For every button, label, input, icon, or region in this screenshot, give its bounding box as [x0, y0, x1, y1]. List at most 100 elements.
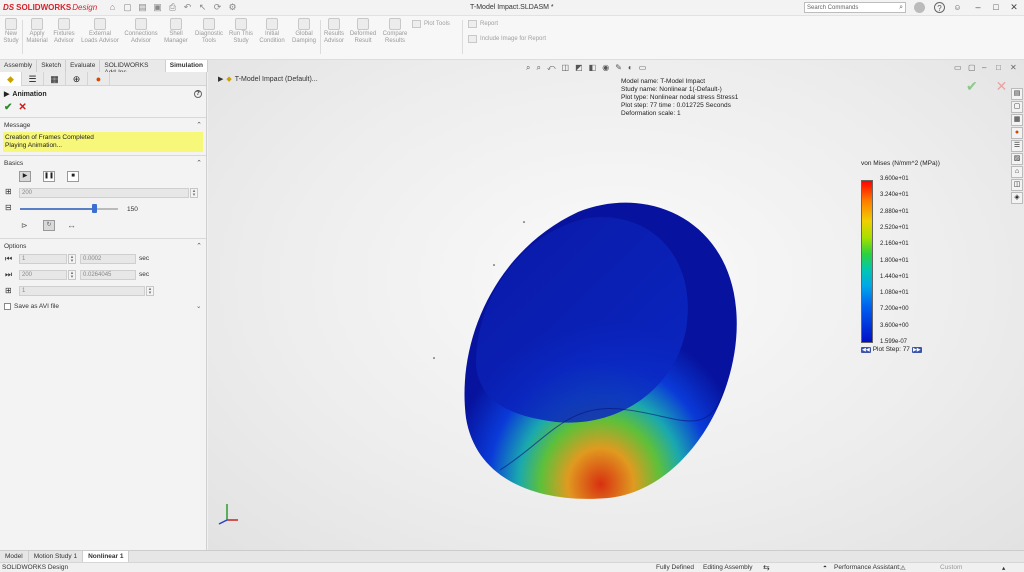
plot-tools-button[interactable]: Plot Tools: [412, 20, 450, 28]
chevron-down-icon[interactable]: ⌄: [196, 302, 201, 310]
status-alert-icon[interactable]: ⚠: [900, 564, 906, 572]
play-icon: ▶: [4, 91, 10, 98]
basics-header[interactable]: Basics ⌃: [0, 156, 206, 170]
chevron-up-icon[interactable]: ⌃: [196, 121, 202, 129]
units-selector[interactable]: Custom: [940, 564, 980, 571]
file-explorer-icon[interactable]: ▦: [1011, 114, 1023, 126]
step-forward-icon[interactable]: ▶▶: [911, 346, 922, 353]
start-time-field[interactable]: 0.0002: [80, 254, 136, 264]
view-palette-icon[interactable]: ◫: [1011, 179, 1023, 191]
graphics-area[interactable]: ▶ ◆ T-Model Impact (Default)... ⌕ ⌕ ⤺ ◫ …: [208, 60, 1024, 550]
stop-button[interactable]: ■: [67, 171, 79, 182]
start-frame-stepper[interactable]: ▴ ▾: [68, 254, 76, 264]
property-manager-tab[interactable]: ☰: [22, 71, 44, 86]
speed-slider-thumb[interactable]: [91, 204, 97, 213]
customize-icon[interactable]: ▴: [1002, 564, 1005, 572]
rebuild-status-icon[interactable]: ⇆: [763, 563, 770, 572]
initial-condition-button[interactable]: Initial Condition: [257, 18, 287, 45]
add-ins-icon[interactable]: ◈: [1011, 192, 1023, 204]
start-frame-field[interactable]: 1: [19, 254, 67, 264]
tab-simulation[interactable]: Simulation: [165, 60, 208, 72]
speed-slider-track[interactable]: [20, 208, 118, 210]
frames-field[interactable]: 200: [19, 188, 189, 198]
include-image-button[interactable]: Include Image for Report: [468, 35, 546, 43]
step-field[interactable]: 1: [19, 286, 145, 296]
home-icon[interactable]: ⌂: [1011, 166, 1023, 178]
stress-plot-model[interactable]: [208, 60, 1024, 550]
feature-tree-icon: ◆: [7, 73, 14, 84]
help-icon[interactable]: ?: [934, 2, 945, 13]
print-icon[interactable]: ⎙: [168, 3, 177, 12]
start-frame-icon: ⏮: [5, 254, 13, 263]
message-header[interactable]: Message ⌃: [0, 118, 206, 132]
avatar[interactable]: [914, 2, 925, 13]
new-document-icon[interactable]: ▢: [123, 3, 132, 12]
home-icon[interactable]: ⌂: [108, 3, 117, 12]
open-icon[interactable]: ▤: [138, 3, 147, 12]
tab-evaluate[interactable]: Evaluate: [66, 60, 101, 72]
search-commands-input[interactable]: Search Commands ⌕: [804, 2, 906, 13]
tab-addins[interactable]: SOLIDWORKS Add-Ins: [100, 60, 166, 76]
tab-motion-study-1[interactable]: Motion Study 1: [29, 551, 84, 562]
save-icon[interactable]: ▣: [153, 3, 162, 12]
reciprocate-icon[interactable]: ↔: [67, 220, 76, 230]
diagnostic-tools-button[interactable]: Diagnostic Tools: [194, 18, 224, 45]
close-icon[interactable]: ✕: [1008, 2, 1020, 13]
global-damping-button[interactable]: Global Damping: [290, 18, 318, 45]
compare-results-button[interactable]: Compare Results: [381, 18, 409, 45]
play-button[interactable]: ▶: [19, 171, 31, 182]
tab-assembly[interactable]: Assembly: [0, 60, 38, 72]
help-icon[interactable]: ?: [194, 90, 202, 98]
run-study-button[interactable]: Run This Study: [228, 18, 254, 45]
end-frame-stepper[interactable]: ▴ ▾: [68, 270, 76, 280]
appearances-icon[interactable]: ●: [1011, 127, 1023, 139]
chevron-up-icon[interactable]: ⌃: [196, 242, 202, 250]
tab-model[interactable]: Model: [0, 551, 29, 562]
options-icon[interactable]: ⚙: [228, 3, 237, 12]
save-avi-checkbox[interactable]: [4, 303, 11, 310]
new-study-button[interactable]: New Study: [2, 18, 20, 45]
connections-advisor-button[interactable]: Connections Advisor: [123, 18, 159, 45]
fixtures-advisor-button[interactable]: Fixtures Advisor: [51, 18, 77, 45]
maximize-icon[interactable]: □: [990, 2, 1002, 12]
solidworks-forum-icon[interactable]: ▨: [1011, 153, 1023, 165]
cancel-button[interactable]: ✕: [18, 102, 26, 113]
select-icon[interactable]: ↖: [198, 3, 207, 12]
frames-row: ⊞ 200 ▴ ▾: [0, 186, 206, 202]
user-icon[interactable]: ☺: [952, 2, 963, 13]
dimxpert-tab[interactable]: ⊕: [66, 71, 88, 86]
search-icon[interactable]: ⌕: [899, 4, 903, 12]
deformed-result-button[interactable]: Deformed Result: [348, 18, 378, 45]
step-stepper[interactable]: ▴ ▾: [146, 286, 154, 296]
performance-assistant-icon[interactable]: ◓: [823, 564, 827, 571]
play-once-icon[interactable]: ⊳: [21, 221, 28, 230]
step-back-icon[interactable]: ◀◀: [861, 346, 871, 353]
frames-stepper[interactable]: ▴ ▾: [190, 188, 198, 198]
undo-icon[interactable]: ↶: [183, 3, 192, 12]
end-frame-field[interactable]: 200: [19, 270, 67, 280]
status-assistant[interactable]: Performance Assistant:: [834, 564, 901, 571]
shell-manager-button[interactable]: Shell Manager: [163, 18, 189, 45]
end-time-field[interactable]: 0.0264045: [80, 270, 136, 280]
report-button[interactable]: Report: [468, 20, 498, 28]
tab-nonlinear-1[interactable]: Nonlinear 1: [83, 551, 130, 562]
options-header[interactable]: Options ⌃: [0, 239, 206, 253]
configuration-manager-tab[interactable]: ▦: [44, 71, 66, 86]
feature-manager-tab[interactable]: ◆: [0, 71, 22, 86]
design-library-icon[interactable]: ▢: [1011, 101, 1023, 113]
legend-color-bar[interactable]: [861, 180, 873, 343]
display-manager-tab[interactable]: ●: [88, 71, 110, 86]
results-advisor-button[interactable]: Results Advisor: [322, 18, 346, 45]
loop-icon[interactable]: ↻: [43, 220, 55, 231]
resources-icon[interactable]: ▤: [1011, 88, 1023, 100]
ok-button[interactable]: ✔: [4, 102, 12, 113]
pause-button[interactable]: ❚❚: [43, 171, 55, 182]
external-loads-advisor-button[interactable]: External Loads Advisor: [80, 18, 120, 45]
chevron-up-icon[interactable]: ⌃: [196, 159, 202, 167]
tab-sketch[interactable]: Sketch: [37, 60, 67, 72]
app-logo[interactable]: DS SOLIDWORKS Design: [0, 3, 108, 12]
rebuild-icon[interactable]: ⟳: [213, 3, 222, 12]
custom-properties-icon[interactable]: ☰: [1011, 140, 1023, 152]
apply-material-button[interactable]: Apply Material: [26, 18, 48, 45]
minimize-icon[interactable]: –: [972, 2, 984, 12]
